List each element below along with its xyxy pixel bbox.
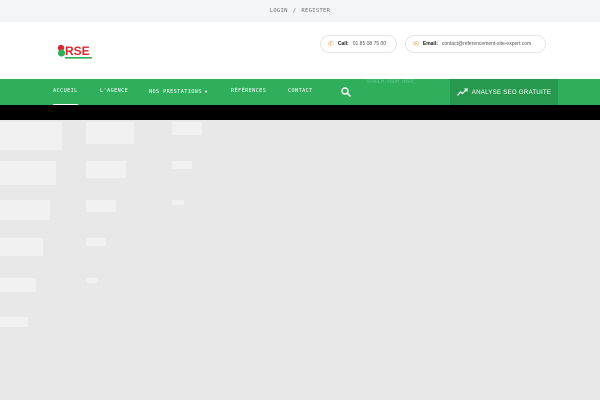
placeholder-block (0, 317, 28, 327)
email-address: contact@referencement-site-expert.com (441, 41, 532, 47)
placeholder-block (0, 161, 56, 185)
placeholder-block (86, 278, 98, 283)
free-seo-analysis-button[interactable]: ANALYSE SEO GRATUITE (450, 79, 558, 105)
search-icon[interactable] (341, 87, 351, 97)
hero-placeholder (0, 120, 600, 400)
nav-item-agence[interactable]: L'AGENCE (100, 79, 128, 105)
placeholder-block (172, 161, 192, 169)
placeholder-block (86, 122, 134, 144)
call-info[interactable]: ✆ Call: 01 85 08 75 00 (320, 35, 397, 53)
search-hint-text: SEARCH FROM HERE (366, 79, 415, 85)
placeholder-block (86, 238, 106, 246)
call-number: 01 85 08 75 00 (352, 41, 387, 47)
email-label: Email: (422, 41, 438, 47)
envelope-icon: ✉ (413, 40, 419, 48)
register-link[interactable]: REGISTER (301, 8, 330, 14)
nav-item-contact[interactable]: CONTACT (288, 79, 313, 105)
login-register-separator: / (292, 8, 297, 14)
nav-item-references[interactable]: RÉFÉRENCES (231, 79, 266, 105)
email-info[interactable]: ✉ Email: contact@referencement-site-expe… (405, 35, 546, 53)
top-bar: LOGIN / REGISTER (0, 0, 600, 22)
nav-item-accueil[interactable]: ACCUEIL (53, 79, 78, 105)
site-header: RSE ✆ Call: 01 85 08 75 00 ✉ Email: cont… (0, 22, 600, 79)
hero-top-band (0, 105, 600, 120)
nav-item-prestations-label: NOS PRESTATIONS (149, 89, 202, 95)
placeholder-block (172, 200, 184, 205)
placeholder-block (86, 200, 116, 212)
free-seo-analysis-label: ANALYSE SEO GRATUITE (471, 88, 552, 96)
logo-text: RSE (65, 44, 90, 58)
caret-down-icon: ▼ (204, 89, 208, 94)
call-label: Call: (337, 41, 349, 47)
login-link[interactable]: LOGIN (270, 8, 288, 14)
placeholder-block (0, 278, 36, 292)
placeholder-block (0, 238, 43, 256)
brand-logo[interactable]: RSE (56, 40, 98, 60)
trending-up-icon (456, 88, 468, 96)
main-navigation: ACCUEIL L'AGENCE NOS PRESTATIONS ▼ RÉFÉRE… (0, 79, 600, 105)
placeholder-block (86, 161, 126, 178)
placeholder-block (172, 122, 202, 135)
placeholder-block (0, 200, 50, 220)
phone-icon: ✆ (328, 40, 334, 48)
nav-item-prestations[interactable]: NOS PRESTATIONS ▼ (149, 79, 208, 105)
placeholder-block (0, 122, 62, 150)
